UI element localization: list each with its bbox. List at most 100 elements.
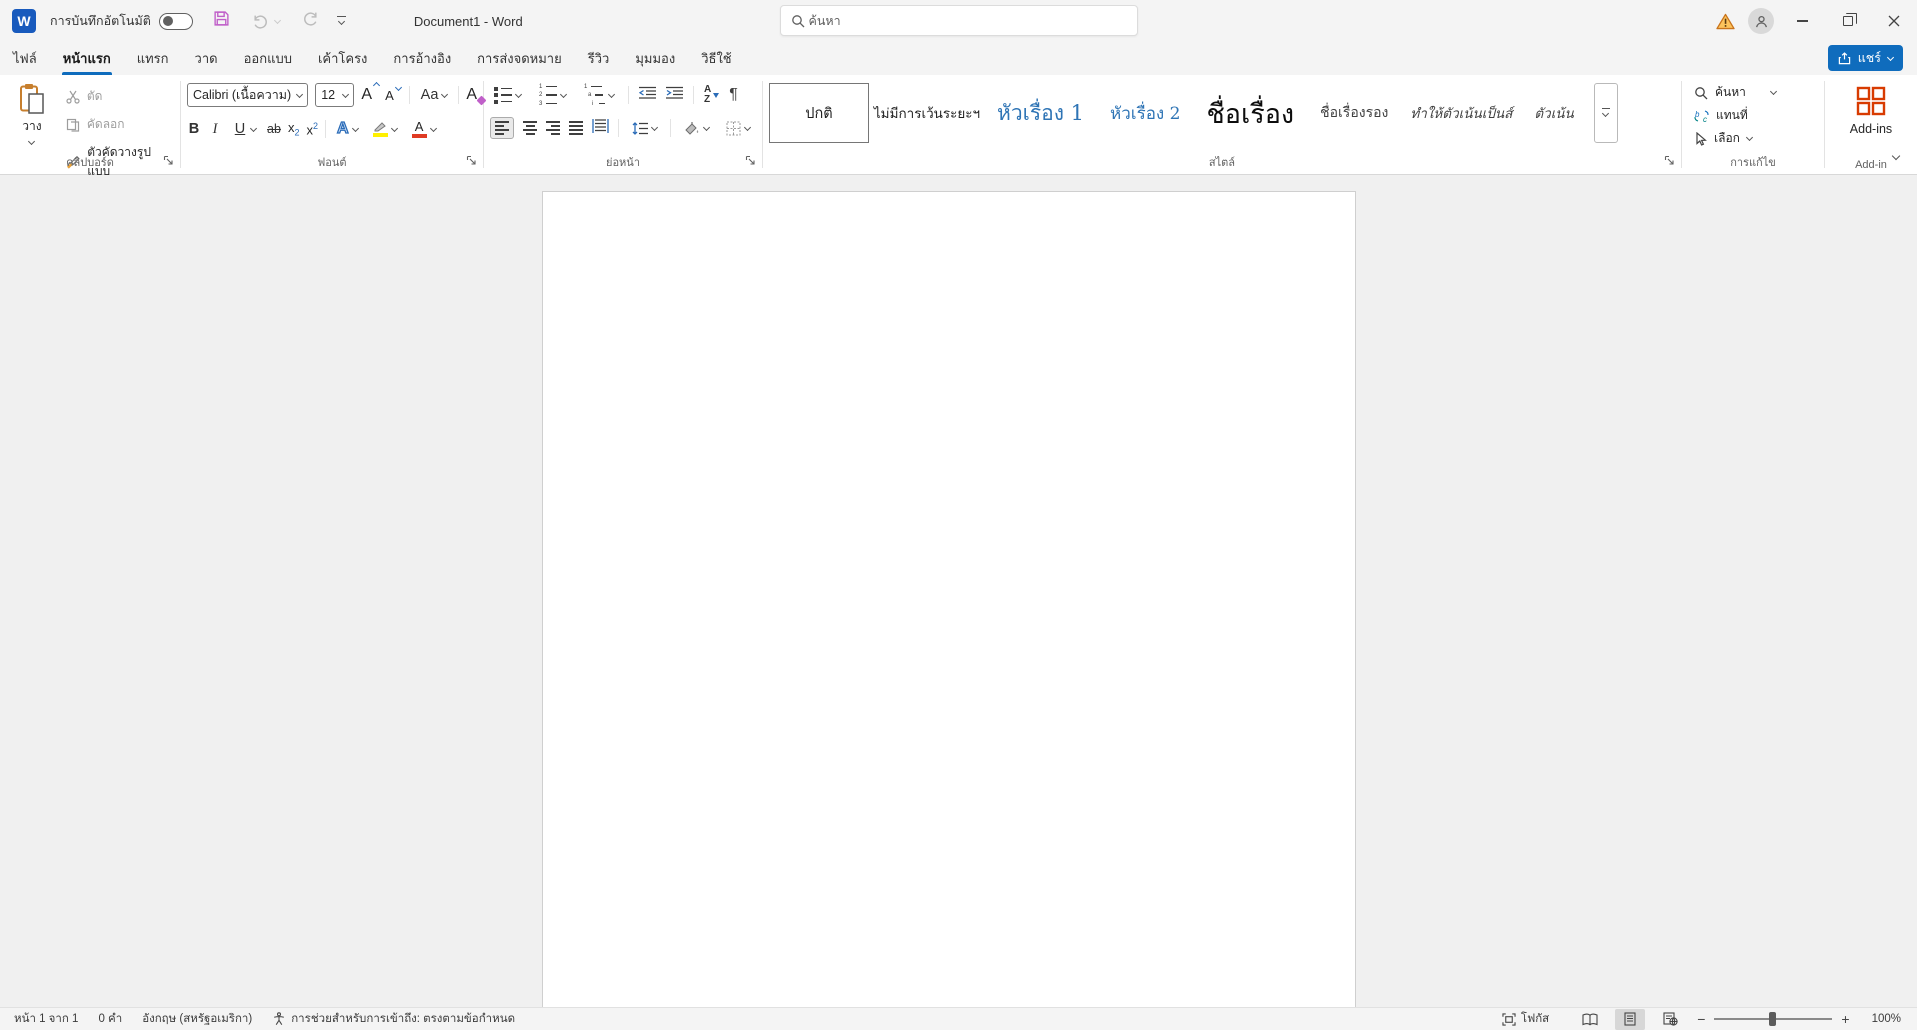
customize-qat-button[interactable]: [337, 16, 346, 26]
tab-file[interactable]: ไฟล์: [0, 42, 50, 75]
separator: [628, 86, 629, 104]
select-icon: [1694, 132, 1707, 146]
font-size-combo[interactable]: 12: [315, 83, 354, 107]
restore-button[interactable]: [1825, 0, 1871, 42]
font-color-bar: [412, 134, 427, 138]
undo-button[interactable]: [248, 11, 284, 32]
accessibility-status[interactable]: การช่วยสำหรับการเข้าถึง: ตรงตามข้อกำหนด: [262, 1008, 525, 1030]
shrink-font-button[interactable]: A: [385, 88, 394, 103]
sort-arrow: [713, 93, 719, 98]
tab-review[interactable]: รีวิว: [575, 42, 623, 75]
replace-button[interactable]: b c แทนที่: [1694, 104, 1818, 127]
font-color-button[interactable]: A: [408, 118, 440, 140]
copy-button[interactable]: คัดลอก: [62, 113, 174, 136]
strikethrough-button[interactable]: ab: [267, 122, 281, 136]
numbering-icon: 1 2 3: [539, 84, 557, 107]
numbering-button[interactable]: 1 2 3: [535, 82, 570, 109]
show-marks-button[interactable]: ¶: [729, 86, 738, 104]
read-mode-button[interactable]: [1575, 1009, 1605, 1030]
tab-draw[interactable]: วาด: [182, 42, 231, 75]
focus-button[interactable]: โฟกัส: [1492, 1008, 1559, 1030]
search-input[interactable]: ค้นหา: [780, 5, 1138, 36]
highlight-color-button[interactable]: [369, 119, 401, 139]
distribute-button[interactable]: [592, 119, 609, 138]
word-logo-letter: W: [17, 13, 30, 29]
style-normal[interactable]: ปกติ: [769, 83, 869, 143]
tab-home[interactable]: หน้าแรก: [50, 42, 124, 75]
web-layout-button[interactable]: [1655, 1009, 1685, 1030]
find-button[interactable]: ค้นหา: [1694, 81, 1818, 104]
zoom-in-button[interactable]: +: [1841, 1011, 1849, 1027]
collapse-ribbon-button[interactable]: [1893, 148, 1899, 166]
save-icon[interactable]: [213, 10, 230, 32]
share-button[interactable]: แชร์: [1828, 45, 1903, 71]
autosave-toggle[interactable]: [159, 13, 193, 30]
print-layout-button[interactable]: [1615, 1009, 1645, 1030]
subscript-button[interactable]: x2: [288, 120, 300, 138]
style-emphasis[interactable]: ตัวเน้น: [1522, 83, 1585, 143]
align-left-button[interactable]: [490, 117, 514, 138]
style-subtle-emphasis[interactable]: ทำให้ตัวเน้นเป็นส์: [1402, 83, 1520, 143]
style-heading2[interactable]: หัวเรื่อง 2: [1098, 83, 1192, 143]
style-subtitle[interactable]: ชื่อเรื่องรอง: [1308, 83, 1400, 143]
align-right-button[interactable]: [546, 121, 560, 134]
bullets-button[interactable]: [490, 85, 525, 106]
tab-design[interactable]: ออกแบบ: [231, 42, 305, 75]
font-name-combo[interactable]: Calibri (เนื้อความ): [187, 83, 308, 107]
shading-button[interactable]: [680, 119, 713, 137]
style-no-spacing[interactable]: ไม่มีการเว้นระยะฯ: [871, 83, 983, 143]
word-count-status[interactable]: 0 คำ: [88, 1008, 132, 1030]
underline-button[interactable]: U: [229, 119, 260, 139]
word-app-icon[interactable]: W: [12, 9, 36, 33]
style-heading1[interactable]: หัวเรื่อง 1: [985, 83, 1096, 143]
grow-font-button[interactable]: A: [361, 86, 372, 104]
cut-button[interactable]: ตัด: [62, 85, 174, 108]
tab-insert[interactable]: แทรก: [124, 42, 182, 75]
zoom-slider-handle[interactable]: [1769, 1012, 1776, 1026]
clipboard-dialog-launcher[interactable]: [163, 153, 174, 171]
font-dialog-launcher[interactable]: [466, 153, 477, 171]
ribbon-tab-row: ไฟล์ หน้าแรก แทรก วาด ออกแบบ เค้าโครง กา…: [0, 42, 1917, 75]
page-number-status[interactable]: หน้า 1 จาก 1: [0, 1008, 88, 1030]
alert-warning-icon[interactable]: [1707, 0, 1743, 42]
addins-button[interactable]: Add-ins: [1850, 85, 1892, 136]
underline-glyph: U: [233, 121, 247, 137]
zoom-level-button[interactable]: 100%: [1862, 1008, 1917, 1030]
web-layout-icon: [1663, 1012, 1678, 1026]
change-case-button[interactable]: Aa: [417, 85, 452, 105]
zoom-slider[interactable]: [1714, 1018, 1832, 1019]
line-spacing-button[interactable]: [628, 120, 661, 137]
paragraph-dialog-launcher[interactable]: [745, 153, 756, 171]
text-effects-chevron: [352, 124, 359, 131]
borders-button[interactable]: [722, 119, 754, 138]
align-center-button[interactable]: [523, 121, 537, 134]
sort-button[interactable]: AZ: [704, 85, 719, 105]
justify-button[interactable]: [569, 121, 583, 134]
multilevel-list-button[interactable]: 1 a i: [580, 82, 618, 109]
tab-view[interactable]: มุมมอง: [622, 42, 688, 75]
redo-button[interactable]: [302, 10, 319, 32]
styles-dialog-launcher[interactable]: [1664, 153, 1675, 171]
bold-button[interactable]: B: [187, 121, 201, 137]
styles-gallery-more-button[interactable]: [1594, 83, 1618, 143]
increase-indent-button[interactable]: [666, 86, 683, 104]
superscript-button[interactable]: x2: [307, 121, 319, 137]
close-button[interactable]: [1871, 0, 1917, 42]
style-title[interactable]: ชื่อเรื่อง: [1194, 83, 1306, 143]
clear-formatting-button[interactable]: A: [466, 86, 477, 104]
decrease-indent-button[interactable]: [639, 86, 656, 104]
tab-help[interactable]: วิธีใช้: [688, 42, 744, 75]
tab-layout[interactable]: เค้าโครง: [305, 42, 380, 75]
text-effects-button[interactable]: A: [333, 118, 362, 140]
select-button[interactable]: เลือก: [1694, 127, 1818, 150]
text-effects-glyph: A: [337, 120, 349, 138]
separator: [409, 86, 410, 104]
language-status[interactable]: อังกฤษ (สหรัฐอเมริกา): [132, 1008, 262, 1030]
document-page[interactable]: [542, 191, 1356, 1007]
minimize-button[interactable]: [1779, 0, 1825, 42]
italic-button[interactable]: I: [208, 121, 222, 138]
tab-references[interactable]: การอ้างอิง: [380, 42, 464, 75]
account-avatar[interactable]: [1743, 0, 1779, 42]
tab-mailings[interactable]: การส่งจดหมาย: [464, 42, 575, 75]
zoom-out-button[interactable]: −: [1697, 1011, 1705, 1027]
